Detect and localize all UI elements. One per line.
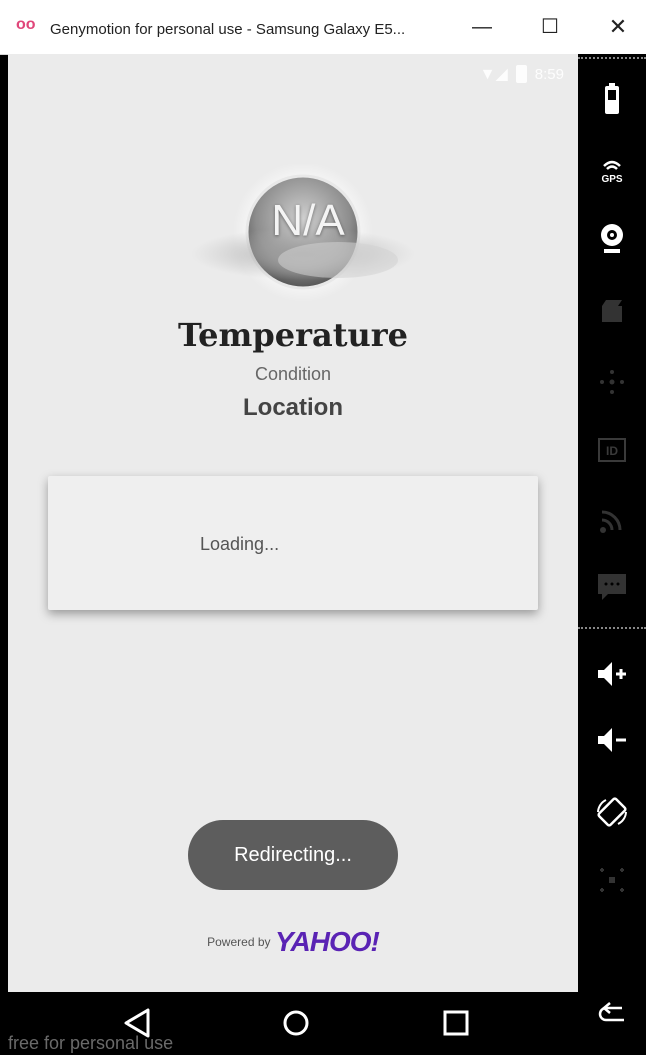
network-icon[interactable] bbox=[592, 500, 632, 540]
toolbar-divider bbox=[578, 627, 646, 629]
toolbar-divider bbox=[578, 57, 646, 59]
webcam-icon[interactable] bbox=[592, 218, 632, 258]
battery-icon[interactable] bbox=[592, 80, 632, 120]
home-circle-icon[interactable] bbox=[276, 1006, 316, 1040]
status-bar: ▼◢ 8:59 bbox=[480, 60, 564, 88]
window-title: Genymotion for personal use - Samsung Ga… bbox=[50, 21, 406, 38]
status-time: 8:59 bbox=[534, 65, 564, 83]
rotate-icon[interactable] bbox=[592, 792, 632, 832]
redirecting-toast: Redirecting... bbox=[188, 820, 398, 890]
yahoo-logo: YAHOO! bbox=[274, 926, 380, 957]
loading-text: Loading... bbox=[200, 534, 280, 554]
condition-text: Condition bbox=[254, 364, 332, 384]
close-button[interactable]: ✕ bbox=[598, 10, 638, 44]
sms-icon[interactable] bbox=[592, 566, 632, 606]
phone-screen: ▼◢ 8:59 N/A Temperature Condition Locati… bbox=[8, 54, 578, 992]
temperature-text: Temperature bbox=[178, 316, 408, 354]
powered-by-text: Powered by bbox=[207, 935, 271, 949]
yahoo-attribution[interactable]: Powered by YAHOO! bbox=[8, 926, 578, 958]
window-title-bar: oo Genymotion for personal use - Samsung… bbox=[0, 0, 646, 55]
battery-status-icon bbox=[515, 65, 527, 83]
recent-apps-square-icon[interactable] bbox=[436, 1006, 476, 1040]
location-text: Location bbox=[243, 394, 343, 421]
volume-down-icon[interactable] bbox=[592, 720, 632, 760]
pixel-perfect-icon[interactable] bbox=[592, 860, 632, 900]
maximize-button[interactable]: ☐ bbox=[530, 10, 570, 44]
minimize-button[interactable]: — bbox=[462, 10, 502, 44]
remote-control-icon[interactable] bbox=[592, 362, 632, 402]
gps-label: GPS bbox=[601, 174, 622, 185]
device-id-label: ID bbox=[606, 444, 618, 458]
watermark-text: free for personal use bbox=[8, 1033, 174, 1053]
genymotion-toolbar: GPS ID bbox=[578, 54, 646, 1055]
weather-icon-label: N/A bbox=[271, 196, 345, 245]
back-icon[interactable] bbox=[592, 996, 632, 1036]
volume-up-icon[interactable] bbox=[592, 654, 632, 694]
screencast-icon[interactable] bbox=[592, 290, 632, 330]
wifi-signal-icon: ▼◢ bbox=[479, 66, 508, 83]
genymotion-logo-icon: oo bbox=[16, 16, 36, 33]
device-id-icon[interactable]: ID bbox=[592, 430, 632, 470]
gps-icon[interactable]: GPS bbox=[592, 150, 632, 190]
forecast-card: Loading... bbox=[48, 476, 538, 610]
